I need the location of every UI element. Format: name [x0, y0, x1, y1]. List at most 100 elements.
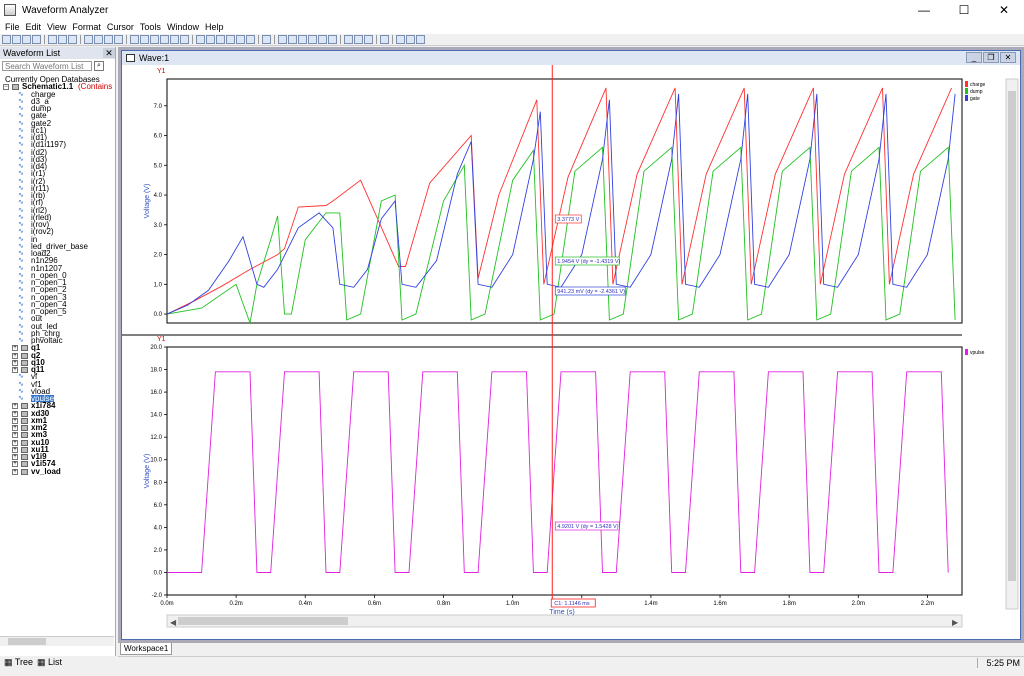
wave-restore-button[interactable]: ❐ [983, 52, 999, 63]
minimize-button[interactable]: — [904, 0, 944, 20]
toolbar-button-3[interactable] [32, 35, 41, 44]
expand-icon[interactable]: + [12, 461, 18, 468]
close-button[interactable]: ✕ [984, 0, 1024, 20]
toolbar-button-24[interactable] [278, 35, 287, 44]
collapse-icon[interactable]: − [3, 84, 9, 91]
tree-row[interactable]: ∿ gate2 [0, 119, 114, 127]
expand-icon[interactable]: + [12, 468, 18, 475]
toolbar-button-12[interactable] [140, 35, 149, 44]
tab-list[interactable]: ▦ List [37, 657, 62, 668]
tree-row[interactable]: ∿ i(rled) [0, 213, 114, 221]
tree-row[interactable]: + v1i9 [0, 452, 114, 461]
menu-format[interactable]: Format [69, 22, 104, 32]
tree-row[interactable]: ∿ i(rb) [0, 191, 114, 199]
expand-icon[interactable]: + [12, 352, 18, 359]
expand-icon[interactable]: + [12, 439, 18, 446]
tree-row[interactable]: ∿ charge [0, 90, 114, 98]
toolbar-button-16[interactable] [180, 35, 189, 44]
panel-horizontal-scrollbar[interactable] [0, 636, 114, 646]
tree-row[interactable]: −Schematic1.1(Contains un [0, 83, 114, 91]
maximize-button[interactable]: ☐ [944, 0, 984, 20]
toolbar-button-7[interactable] [84, 35, 93, 44]
toolbar-button-29[interactable] [328, 35, 337, 44]
toolbar-button-27[interactable] [308, 35, 317, 44]
expand-icon[interactable]: + [12, 454, 18, 460]
tree-row[interactable]: ∿ gate [0, 112, 114, 120]
menu-help[interactable]: Help [202, 22, 227, 32]
tree-row[interactable]: ∿ i(rl2) [0, 206, 114, 214]
toolbar-button-28[interactable] [318, 35, 327, 44]
search-input[interactable] [2, 61, 92, 71]
tree-row[interactable]: + q1 [0, 344, 114, 352]
toolbar-button-1[interactable] [12, 35, 21, 44]
toolbar-button-20[interactable] [226, 35, 235, 44]
tree-row[interactable]: + q2 [0, 351, 114, 359]
expand-icon[interactable]: + [12, 367, 18, 373]
tree-row[interactable]: + vv_load [0, 467, 114, 475]
menu-tools[interactable]: Tools [137, 22, 164, 32]
expand-icon[interactable]: + [12, 403, 18, 410]
menu-file[interactable]: File [2, 22, 23, 32]
toolbar-button-36[interactable] [416, 35, 425, 44]
toolbar-button-31[interactable] [354, 35, 363, 44]
toolbar-button-35[interactable] [406, 35, 415, 44]
tree-row[interactable]: ∿ phvoltaic [0, 336, 114, 344]
toolbar-button-21[interactable] [236, 35, 245, 44]
toolbar-button-15[interactable] [170, 35, 179, 44]
tree-row[interactable]: ∿ dump [0, 104, 114, 112]
toolbar-button-14[interactable] [160, 35, 169, 44]
toolbar-button-0[interactable] [2, 35, 11, 44]
menu-edit[interactable]: Edit [23, 22, 45, 32]
tree-row[interactable]: ∿ i(d2) [0, 148, 114, 156]
tree-row[interactable]: + q11 [0, 365, 114, 374]
menu-window[interactable]: Window [164, 22, 202, 32]
tree-row[interactable]: ∿ i(c1) [0, 126, 114, 134]
tree-row[interactable]: ∿ i(rf) [0, 199, 114, 207]
menu-view[interactable]: View [44, 22, 69, 32]
waveform-plot-area[interactable]: ◀ ▶ Y1 Voltage (V) 0.0 1.0 2.0 3.0 4.0 5.0 6.0 7.0 c… [122, 65, 1020, 639]
toolbar-button-19[interactable] [216, 35, 225, 44]
expand-icon[interactable]: + [12, 446, 18, 453]
tree-row[interactable]: ∿ i(rov) [0, 220, 114, 228]
tree-row[interactable]: ∿ vf [0, 373, 114, 381]
tree-row[interactable]: + q10 [0, 358, 114, 366]
toolbar-button-22[interactable] [246, 35, 255, 44]
tree-row[interactable]: ∿ i(d4) [0, 162, 114, 170]
toolbar-button-33[interactable] [380, 35, 389, 44]
tree-row[interactable]: ∿ i(r11) [0, 184, 114, 192]
tree-row[interactable]: + xm1 [0, 416, 114, 424]
tree-row[interactable]: + x1i784 [0, 402, 114, 410]
tree-row[interactable]: ∿ d3_a [0, 97, 114, 105]
tree-row[interactable]: ∿ i(rov2) [0, 228, 114, 236]
tree-row[interactable]: + xu10 [0, 438, 114, 446]
expand-icon[interactable]: + [12, 359, 18, 366]
toolbar-button-4[interactable] [48, 35, 57, 44]
tree-row[interactable]: ∿ n_open_5 [0, 307, 114, 315]
expand-icon[interactable]: + [12, 432, 18, 439]
tab-tree[interactable]: ▦ Tree [4, 657, 33, 668]
toolbar-button-23[interactable] [262, 35, 271, 44]
toolbar-button-6[interactable] [68, 35, 77, 44]
tree-row[interactable]: ∿ out [0, 315, 114, 323]
expand-icon[interactable]: + [12, 410, 18, 417]
toolbar-button-34[interactable] [396, 35, 405, 44]
tree-row[interactable]: + xd30 [0, 409, 114, 417]
toolbar-button-11[interactable] [130, 35, 139, 44]
toolbar-button-9[interactable] [104, 35, 113, 44]
tree-row[interactable]: + xm3 [0, 431, 114, 439]
scrollbar-thumb[interactable] [8, 638, 46, 645]
tree-row[interactable]: + xm2 [0, 423, 114, 432]
search-icon[interactable]: ⌕ [94, 61, 104, 71]
expand-icon[interactable]: + [12, 425, 18, 431]
expand-icon[interactable]: + [12, 417, 18, 424]
tree-row[interactable]: ∿ vpulse [0, 394, 114, 403]
tree-row[interactable]: + xu11 [0, 445, 114, 453]
menu-cursor[interactable]: Cursor [104, 22, 137, 32]
toolbar-button-2[interactable] [22, 35, 31, 44]
wave-close-button[interactable]: ✕ [1000, 52, 1016, 63]
toolbar-button-26[interactable] [298, 35, 307, 44]
tree-row[interactable]: ∿ i(r1) [0, 170, 114, 178]
tree-row[interactable]: ∿ i(d1i1197) [0, 141, 114, 149]
toolbar-button-13[interactable] [150, 35, 159, 44]
tab-workspace1[interactable]: Workspace1 [120, 643, 173, 655]
